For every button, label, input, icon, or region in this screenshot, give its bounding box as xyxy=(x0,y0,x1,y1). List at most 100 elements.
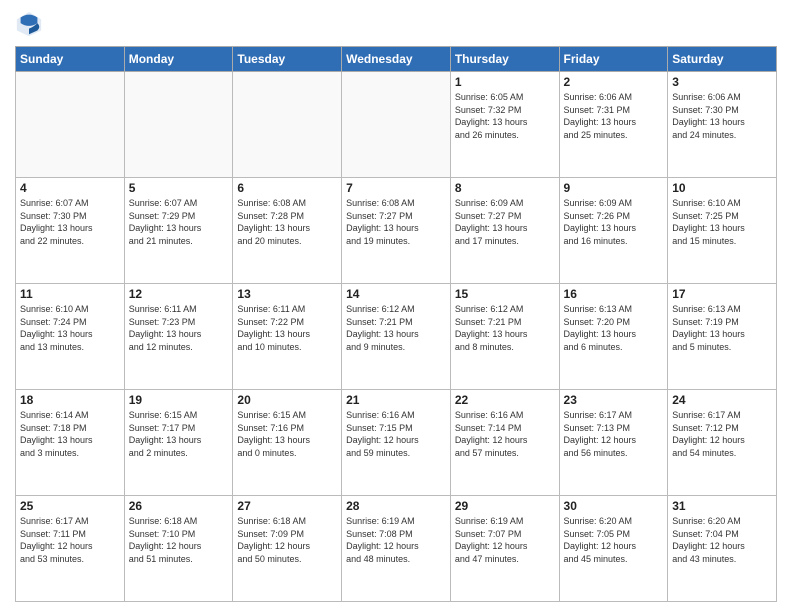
calendar-cell: 25 Sunrise: 6:17 AM Sunset: 7:11 PM Dayli… xyxy=(16,496,125,602)
day-number: 25 xyxy=(20,499,120,513)
page: SundayMondayTuesdayWednesdayThursdayFrid… xyxy=(0,0,792,612)
day-number: 6 xyxy=(237,181,337,195)
header xyxy=(15,10,777,38)
logo xyxy=(15,10,47,38)
calendar-cell: 18 Sunrise: 6:14 AM Sunset: 7:18 PM Dayli… xyxy=(16,390,125,496)
weekday-header: Tuesday xyxy=(233,47,342,72)
calendar-cell xyxy=(124,72,233,178)
day-info: Sunrise: 6:16 AM Sunset: 7:14 PM Dayligh… xyxy=(455,409,555,459)
calendar-week-row: 4 Sunrise: 6:07 AM Sunset: 7:30 PM Daylig… xyxy=(16,178,777,284)
day-number: 14 xyxy=(346,287,446,301)
calendar-cell: 30 Sunrise: 6:20 AM Sunset: 7:05 PM Dayli… xyxy=(559,496,668,602)
day-number: 30 xyxy=(564,499,664,513)
day-number: 26 xyxy=(129,499,229,513)
day-number: 12 xyxy=(129,287,229,301)
day-info: Sunrise: 6:20 AM Sunset: 7:04 PM Dayligh… xyxy=(672,515,772,565)
day-number: 19 xyxy=(129,393,229,407)
day-info: Sunrise: 6:13 AM Sunset: 7:20 PM Dayligh… xyxy=(564,303,664,353)
calendar-cell: 2 Sunrise: 6:06 AM Sunset: 7:31 PM Daylig… xyxy=(559,72,668,178)
day-info: Sunrise: 6:11 AM Sunset: 7:23 PM Dayligh… xyxy=(129,303,229,353)
day-number: 28 xyxy=(346,499,446,513)
day-info: Sunrise: 6:15 AM Sunset: 7:17 PM Dayligh… xyxy=(129,409,229,459)
weekday-header: Sunday xyxy=(16,47,125,72)
weekday-header-row: SundayMondayTuesdayWednesdayThursdayFrid… xyxy=(16,47,777,72)
calendar-cell: 20 Sunrise: 6:15 AM Sunset: 7:16 PM Dayli… xyxy=(233,390,342,496)
calendar-week-row: 18 Sunrise: 6:14 AM Sunset: 7:18 PM Dayli… xyxy=(16,390,777,496)
day-info: Sunrise: 6:10 AM Sunset: 7:25 PM Dayligh… xyxy=(672,197,772,247)
calendar-cell: 24 Sunrise: 6:17 AM Sunset: 7:12 PM Dayli… xyxy=(668,390,777,496)
calendar-week-row: 11Sunrise: 6:10 AM Sunset: 7:24 PM Dayli… xyxy=(16,284,777,390)
day-info: Sunrise: 6:12 AM Sunset: 7:21 PM Dayligh… xyxy=(346,303,446,353)
calendar-cell: 26Sunrise: 6:18 AM Sunset: 7:10 PM Dayli… xyxy=(124,496,233,602)
day-number: 23 xyxy=(564,393,664,407)
calendar-cell: 21Sunrise: 6:16 AM Sunset: 7:15 PM Dayli… xyxy=(342,390,451,496)
calendar-cell: 31 Sunrise: 6:20 AM Sunset: 7:04 PM Dayli… xyxy=(668,496,777,602)
calendar-cell: 4 Sunrise: 6:07 AM Sunset: 7:30 PM Daylig… xyxy=(16,178,125,284)
weekday-header: Monday xyxy=(124,47,233,72)
day-info: Sunrise: 6:17 AM Sunset: 7:11 PM Dayligh… xyxy=(20,515,120,565)
day-info: Sunrise: 6:06 AM Sunset: 7:31 PM Dayligh… xyxy=(564,91,664,141)
day-info: Sunrise: 6:08 AM Sunset: 7:27 PM Dayligh… xyxy=(346,197,446,247)
day-info: Sunrise: 6:15 AM Sunset: 7:16 PM Dayligh… xyxy=(237,409,337,459)
calendar-week-row: 25 Sunrise: 6:17 AM Sunset: 7:11 PM Dayli… xyxy=(16,496,777,602)
day-info: Sunrise: 6:17 AM Sunset: 7:13 PM Dayligh… xyxy=(564,409,664,459)
calendar-cell: 23 Sunrise: 6:17 AM Sunset: 7:13 PM Dayli… xyxy=(559,390,668,496)
calendar-cell: 9 Sunrise: 6:09 AM Sunset: 7:26 PM Daylig… xyxy=(559,178,668,284)
calendar-cell: 22 Sunrise: 6:16 AM Sunset: 7:14 PM Dayli… xyxy=(450,390,559,496)
calendar-cell xyxy=(342,72,451,178)
calendar-table: SundayMondayTuesdayWednesdayThursdayFrid… xyxy=(15,46,777,602)
day-info: Sunrise: 6:11 AM Sunset: 7:22 PM Dayligh… xyxy=(237,303,337,353)
calendar-cell: 5Sunrise: 6:07 AM Sunset: 7:29 PM Daylig… xyxy=(124,178,233,284)
day-number: 9 xyxy=(564,181,664,195)
day-number: 24 xyxy=(672,393,772,407)
day-number: 27 xyxy=(237,499,337,513)
day-info: Sunrise: 6:17 AM Sunset: 7:12 PM Dayligh… xyxy=(672,409,772,459)
day-info: Sunrise: 6:14 AM Sunset: 7:18 PM Dayligh… xyxy=(20,409,120,459)
calendar-cell: 15 Sunrise: 6:12 AM Sunset: 7:21 PM Dayli… xyxy=(450,284,559,390)
calendar-cell xyxy=(233,72,342,178)
day-info: Sunrise: 6:20 AM Sunset: 7:05 PM Dayligh… xyxy=(564,515,664,565)
calendar-cell: 3Sunrise: 6:06 AM Sunset: 7:30 PM Daylig… xyxy=(668,72,777,178)
calendar-cell: 10Sunrise: 6:10 AM Sunset: 7:25 PM Dayli… xyxy=(668,178,777,284)
day-number: 1 xyxy=(455,75,555,89)
calendar-cell: 12 Sunrise: 6:11 AM Sunset: 7:23 PM Dayli… xyxy=(124,284,233,390)
day-number: 16 xyxy=(564,287,664,301)
day-number: 15 xyxy=(455,287,555,301)
weekday-header: Wednesday xyxy=(342,47,451,72)
day-info: Sunrise: 6:12 AM Sunset: 7:21 PM Dayligh… xyxy=(455,303,555,353)
calendar-cell xyxy=(16,72,125,178)
day-number: 22 xyxy=(455,393,555,407)
day-number: 8 xyxy=(455,181,555,195)
day-number: 21 xyxy=(346,393,446,407)
day-info: Sunrise: 6:13 AM Sunset: 7:19 PM Dayligh… xyxy=(672,303,772,353)
day-number: 7 xyxy=(346,181,446,195)
day-info: Sunrise: 6:07 AM Sunset: 7:30 PM Dayligh… xyxy=(20,197,120,247)
day-number: 13 xyxy=(237,287,337,301)
calendar-cell: 6 Sunrise: 6:08 AM Sunset: 7:28 PM Daylig… xyxy=(233,178,342,284)
day-number: 17 xyxy=(672,287,772,301)
logo-icon xyxy=(15,10,43,38)
day-info: Sunrise: 6:19 AM Sunset: 7:07 PM Dayligh… xyxy=(455,515,555,565)
weekday-header: Thursday xyxy=(450,47,559,72)
day-number: 5 xyxy=(129,181,229,195)
day-info: Sunrise: 6:08 AM Sunset: 7:28 PM Dayligh… xyxy=(237,197,337,247)
day-info: Sunrise: 6:10 AM Sunset: 7:24 PM Dayligh… xyxy=(20,303,120,353)
calendar-week-row: 1 Sunrise: 6:05 AM Sunset: 7:32 PM Daylig… xyxy=(16,72,777,178)
day-number: 20 xyxy=(237,393,337,407)
calendar-cell: 8 Sunrise: 6:09 AM Sunset: 7:27 PM Daylig… xyxy=(450,178,559,284)
calendar-cell: 27Sunrise: 6:18 AM Sunset: 7:09 PM Dayli… xyxy=(233,496,342,602)
day-number: 18 xyxy=(20,393,120,407)
calendar-cell: 14 Sunrise: 6:12 AM Sunset: 7:21 PM Dayli… xyxy=(342,284,451,390)
day-info: Sunrise: 6:09 AM Sunset: 7:26 PM Dayligh… xyxy=(564,197,664,247)
day-number: 3 xyxy=(672,75,772,89)
calendar-cell: 17 Sunrise: 6:13 AM Sunset: 7:19 PM Dayli… xyxy=(668,284,777,390)
day-number: 4 xyxy=(20,181,120,195)
day-number: 29 xyxy=(455,499,555,513)
day-number: 2 xyxy=(564,75,664,89)
day-number: 31 xyxy=(672,499,772,513)
day-info: Sunrise: 6:09 AM Sunset: 7:27 PM Dayligh… xyxy=(455,197,555,247)
weekday-header: Friday xyxy=(559,47,668,72)
weekday-header: Saturday xyxy=(668,47,777,72)
calendar-cell: 13 Sunrise: 6:11 AM Sunset: 7:22 PM Dayli… xyxy=(233,284,342,390)
day-info: Sunrise: 6:05 AM Sunset: 7:32 PM Dayligh… xyxy=(455,91,555,141)
